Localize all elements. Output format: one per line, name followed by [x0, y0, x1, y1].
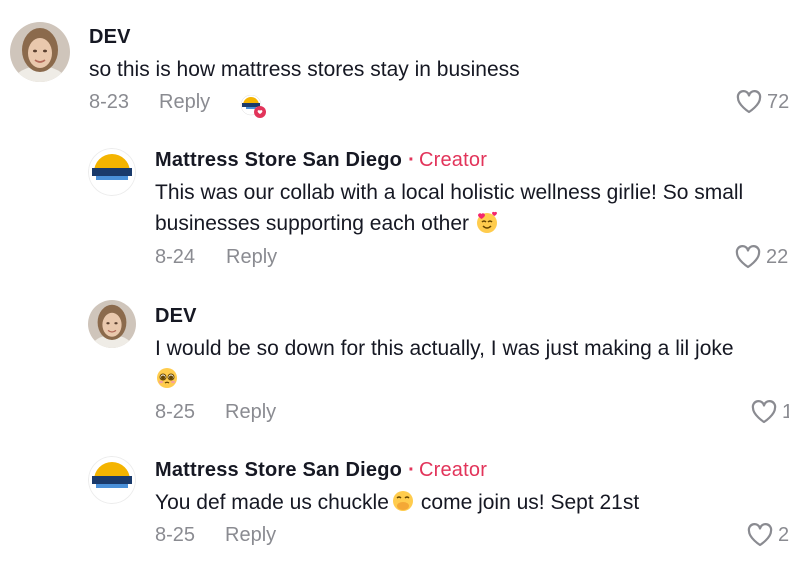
like-button[interactable]: 2 [746, 522, 789, 548]
heart-outline-icon [735, 245, 761, 269]
creator-badge: Creator [418, 149, 488, 171]
heart-outline-icon [736, 90, 762, 114]
heart-outline-icon [751, 400, 777, 424]
reply-button[interactable]: Reply [159, 91, 210, 114]
smiling-face-with-hearts-emoji [476, 211, 497, 233]
comment-author[interactable]: DEV [155, 305, 197, 328]
comment-text-part2: come join us! Sept 21st [420, 491, 640, 514]
avatar[interactable] [88, 456, 136, 504]
separator-dot: · [408, 149, 415, 171]
avatar[interactable] [10, 22, 70, 82]
like-count: 22 [766, 245, 789, 268]
like-button[interactable]: 22 [734, 244, 788, 270]
avatar[interactable] [88, 148, 136, 196]
like-count: 1 [782, 400, 789, 423]
reply-button[interactable]: Reply [225, 401, 276, 424]
comment-text-line1: This was our collab with a local holisti… [155, 181, 744, 204]
like-count: 72 [767, 90, 789, 113]
comment-date: 8-25 [155, 524, 196, 546]
comment-text: You def made us chuckle come join us! Se… [155, 487, 785, 518]
comment-text-body: I would be so down for this actually, I … [155, 337, 734, 360]
like-count: 2 [778, 523, 789, 546]
reply-button[interactable]: Reply [226, 246, 277, 269]
comment-date: 8-23 [89, 91, 130, 113]
author-name[interactable]: Mattress Store San Diego [155, 149, 402, 171]
pleading-face-emoji [157, 368, 177, 388]
comment-author[interactable]: Mattress Store San Diego · Creator [155, 149, 487, 172]
comment-text: This was our collab with a local holisti… [155, 177, 785, 239]
separator-dot: · [408, 459, 415, 481]
comment-text: I would be so down for this actually, I … [155, 333, 785, 395]
comment-text-part1: You def made us chuckle [155, 491, 389, 514]
like-button[interactable]: 72 [735, 89, 789, 115]
like-button[interactable]: 1 [750, 399, 789, 425]
comment-date: 8-25 [155, 401, 196, 423]
avatar[interactable] [88, 300, 136, 348]
reply-button[interactable]: Reply [225, 524, 276, 547]
creator-liked-avatar-icon [240, 94, 268, 119]
comment-date: 8-24 [155, 246, 196, 268]
comment-text-line2: businesses supporting each other [155, 212, 470, 235]
author-name[interactable]: Mattress Store San Diego [155, 459, 402, 481]
creator-badge: Creator [418, 459, 488, 481]
comment-text: so this is how mattress stores stay in b… [89, 58, 520, 81]
heart-outline-icon [747, 523, 773, 547]
comment-author[interactable]: Mattress Store San Diego · Creator [155, 459, 487, 482]
comment-author[interactable]: DEV [89, 26, 131, 49]
face-with-hand-over-mouth-emoji [392, 491, 413, 511]
